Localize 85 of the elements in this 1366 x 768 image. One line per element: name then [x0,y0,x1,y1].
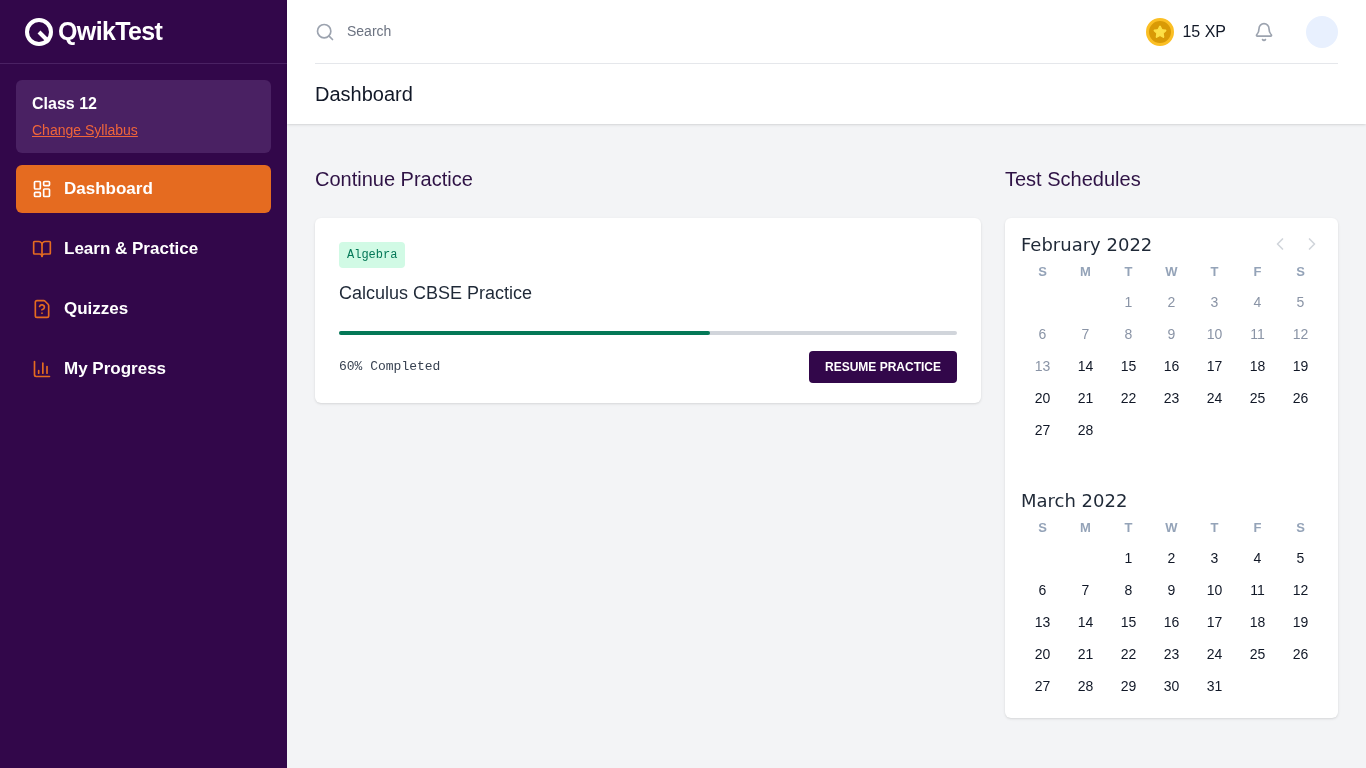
calendar-day[interactable]: 28 [1064,414,1107,446]
calendar-day[interactable]: 9 [1150,574,1193,606]
calendar-day[interactable]: 23 [1150,382,1193,414]
weekday-label: W [1164,519,1179,537]
notification-bell-icon[interactable] [1254,21,1274,42]
calendar-day[interactable]: 5 [1279,542,1322,574]
weekday-label: T [1209,263,1220,281]
calendar-day[interactable]: 27 [1021,670,1064,702]
calendar-day[interactable]: 7 [1064,574,1107,606]
calendar-day[interactable]: 24 [1193,382,1236,414]
calendar-day[interactable]: 17 [1193,350,1236,382]
calendar-day[interactable]: 31 [1193,670,1236,702]
sidebar-item[interactable]: Learn & Practice [16,225,271,273]
calendar-day[interactable]: 21 [1064,638,1107,670]
calendar-day[interactable]: 2 [1150,542,1193,574]
weekday-label: F [1252,519,1263,537]
calendar-day[interactable]: 18 [1236,606,1279,638]
section-heading: Test Schedules [1005,167,1142,192]
dashboard-grid-icon [32,179,52,199]
calendar-day[interactable]: 19 [1279,606,1322,638]
calendar-day[interactable]: 23 [1150,638,1193,670]
calendar-day[interactable]: 21 [1064,382,1107,414]
change-syllabus-link[interactable]: Change Syllabus [32,120,138,141]
calendar-day[interactable]: 16 [1150,350,1193,382]
weekday-label: S [1037,263,1048,281]
search-field[interactable]: Search [347,21,647,42]
weekday-label: M [1079,519,1092,537]
calendar-day[interactable]: 20 [1021,638,1064,670]
page-title: Dashboard [315,82,413,107]
weekday-label: S [1037,519,1048,537]
coin-icon [1146,17,1175,46]
logo-text: QwikTest [58,15,163,47]
weekday-label: T [1209,519,1220,537]
calendar-day[interactable]: 15 [1107,350,1150,382]
calendar-day[interactable]: 27 [1021,414,1064,446]
calendar-day[interactable]: 16 [1150,606,1193,638]
calendar-day[interactable]: 11 [1236,574,1279,606]
calendar-day[interactable]: 6 [1021,574,1064,606]
logo-icon [24,16,54,47]
calendar-day[interactable]: 3 [1193,542,1236,574]
subject-tag: Algebra [339,242,406,268]
calendar-day[interactable]: 25 [1236,382,1279,414]
weekday-label: M [1079,263,1092,281]
month-title: February 2022 [1021,232,1153,257]
calendar-day[interactable]: 26 [1279,382,1322,414]
calendar-day[interactable]: 4 [1236,542,1279,574]
search-icon [315,21,335,42]
weekday-label: T [1123,263,1134,281]
calendar-day[interactable]: 14 [1064,350,1107,382]
calendar-day[interactable]: 24 [1193,638,1236,670]
class-label: Class 12 [32,94,98,114]
practice-title: Calculus CBSE Practice [339,282,534,305]
calendar-day[interactable]: 30 [1150,670,1193,702]
progress-text: 60% Completed [339,358,441,377]
question-icon [32,299,52,319]
resume-practice-button[interactable]: RESUME PRACTICE [809,351,957,383]
section-heading: Continue Practice [315,167,474,192]
calendar-day[interactable]: 20 [1021,382,1064,414]
weekday-label: S [1295,263,1306,281]
calendar-day[interactable]: 10 [1193,574,1236,606]
calendar-day[interactable]: 22 [1107,638,1150,670]
calendar-day[interactable]: 25 [1236,638,1279,670]
bar-chart-icon [32,359,52,379]
sidebar-item[interactable]: Quizzes [16,285,271,333]
calendar-day[interactable]: 15 [1107,606,1150,638]
xp-count: 15 XP [1182,21,1226,42]
calendar-day[interactable]: 26 [1279,638,1322,670]
weekday-label: F [1252,263,1263,281]
weekday-label: T [1123,519,1134,537]
calendar-day[interactable]: 14 [1064,606,1107,638]
calendar-day[interactable]: 19 [1279,350,1322,382]
month-title: March 2022 [1021,488,1128,513]
weekday-label: S [1295,519,1306,537]
calendar-day[interactable]: 8 [1107,574,1150,606]
calendar-day[interactable]: 18 [1236,350,1279,382]
book-icon [32,239,52,259]
calendar-day[interactable]: 17 [1193,606,1236,638]
weekday-label: W [1164,263,1179,281]
calendar-day[interactable]: 1 [1107,542,1150,574]
calendar-day[interactable]: 28 [1064,670,1107,702]
calendar-day[interactable]: 29 [1107,670,1150,702]
calendar-day[interactable]: 12 [1279,574,1322,606]
sidebar-item[interactable]: My Progress [16,345,271,393]
calendar-day[interactable]: 22 [1107,382,1150,414]
calendar-day[interactable]: 13 [1021,606,1064,638]
